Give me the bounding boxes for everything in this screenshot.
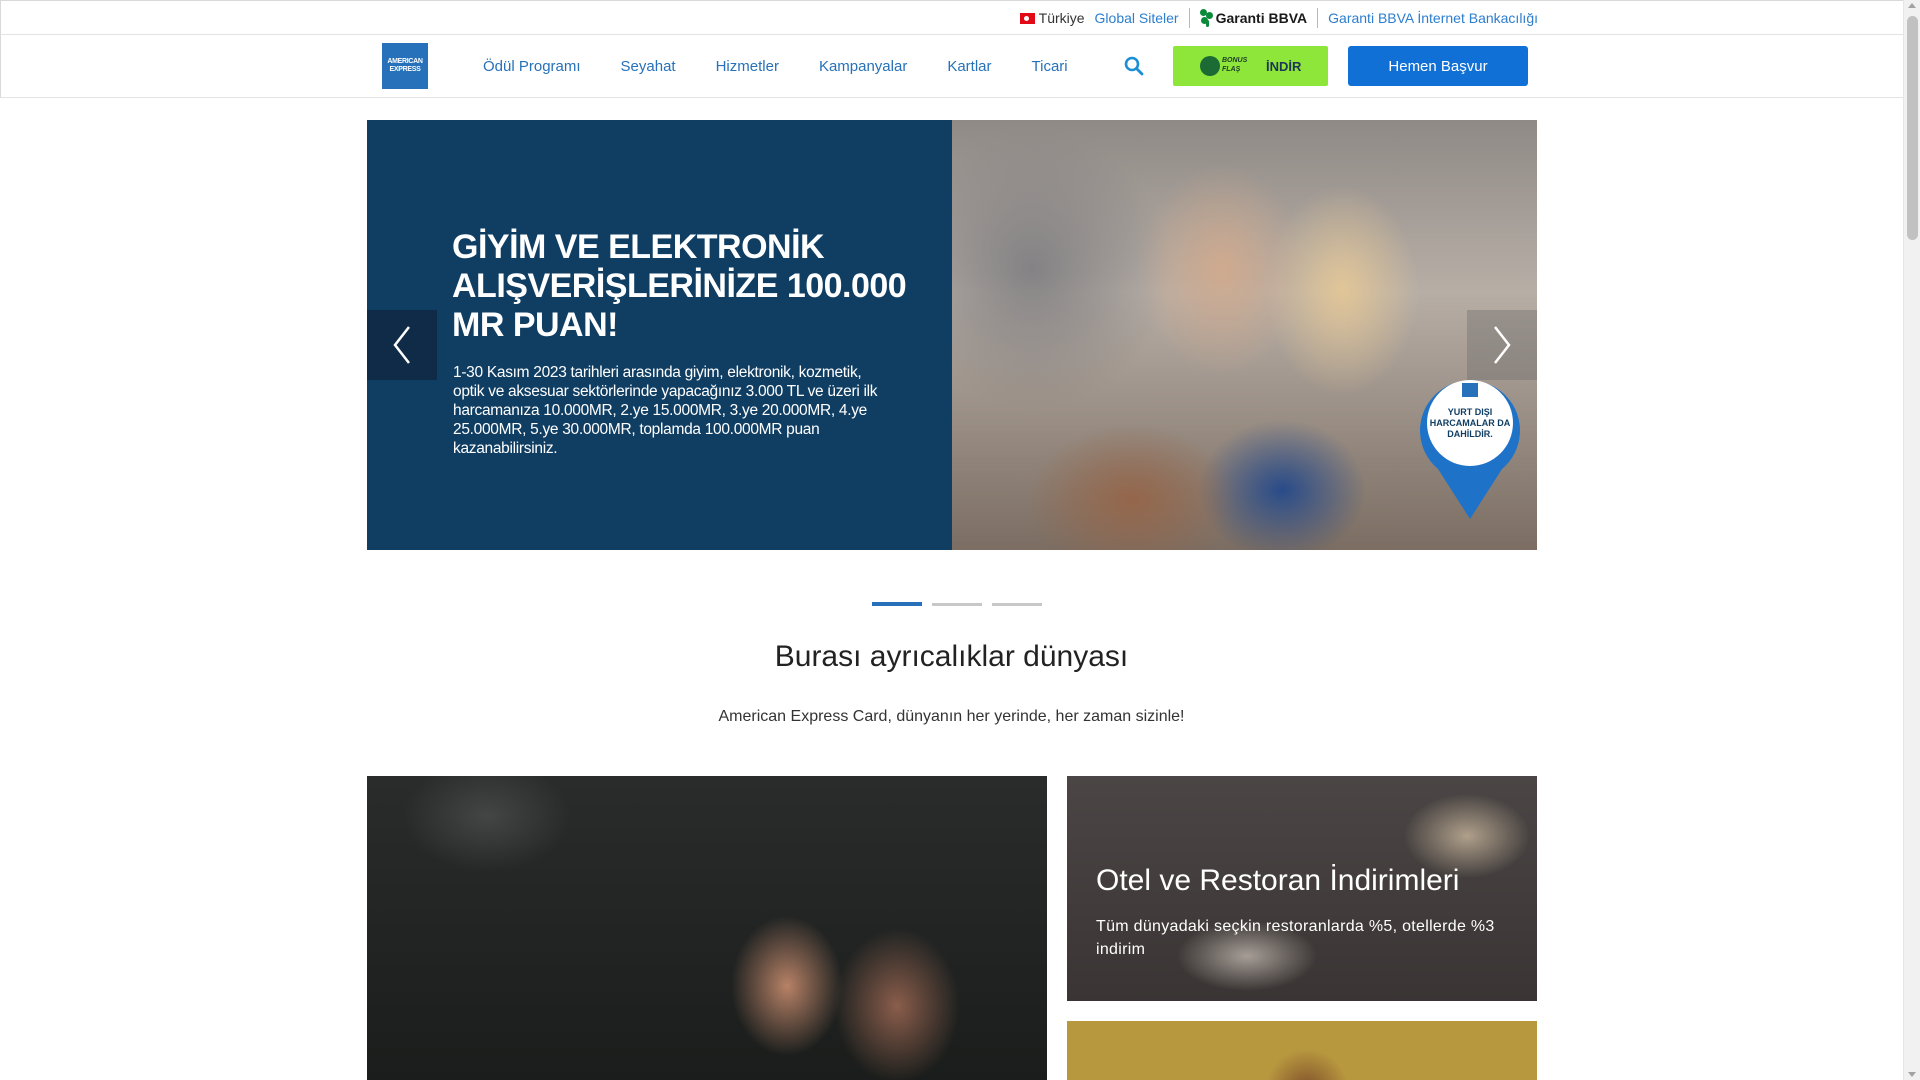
nav-menu: Ödül Programı Seyahat Hizmetler Kampanya… bbox=[483, 35, 1108, 98]
carousel-dot-3[interactable] bbox=[992, 603, 1042, 606]
scroll-thumb[interactable] bbox=[1907, 16, 1918, 240]
scroll-down-icon[interactable] bbox=[1908, 1072, 1916, 1077]
nav-item-travel[interactable]: Seyahat bbox=[621, 58, 676, 75]
hero-text-panel: GİYİM VE ELEKTRONİK ALIŞVERİŞLERİNİZE 10… bbox=[367, 120, 952, 550]
divider bbox=[1317, 8, 1319, 28]
bonus-flas-logo: BONUS FLAŞ bbox=[1200, 54, 1250, 78]
bonus-logo-text: BONUS FLAŞ bbox=[1222, 57, 1248, 73]
promo-card-third[interactable] bbox=[1067, 1021, 1537, 1080]
garanti-brand-text: Garanti BBVA bbox=[1215, 10, 1308, 26]
hero-carousel[interactable]: GİYİM VE ELEKTRONİK ALIŞVERİŞLERİNİZE 10… bbox=[367, 120, 1537, 550]
nav-item-cards[interactable]: Kartlar bbox=[947, 58, 991, 75]
carousel-next-button[interactable] bbox=[1467, 310, 1537, 380]
section-subtitle: American Express Card, dünyanın her yeri… bbox=[718, 708, 1185, 725]
global-sites-link[interactable]: Global Siteler bbox=[1095, 10, 1179, 26]
promo-card-couple[interactable] bbox=[367, 776, 1047, 1080]
logo-line-2: EXPRESS bbox=[389, 66, 421, 73]
nav-item-campaigns[interactable]: Kampanyalar bbox=[819, 58, 907, 75]
garanti-bbva-logo[interactable]: Garanti BBVA bbox=[1199, 9, 1308, 27]
main-nav: AMERICAN EXPRESS Ödül Programı Seyahat H… bbox=[0, 35, 1903, 98]
utility-bar: Türkiye Global Siteler Garanti BBVA Gara… bbox=[0, 0, 1903, 35]
chevron-left-icon bbox=[393, 326, 410, 364]
scroll-up-icon[interactable] bbox=[1908, 3, 1916, 8]
logo-line-1: AMERICAN bbox=[387, 58, 423, 65]
apply-now-button[interactable]: Hemen Başvur bbox=[1348, 46, 1528, 86]
nav-item-rewards[interactable]: Ödül Programı bbox=[483, 58, 581, 75]
carousel-dot-2[interactable] bbox=[932, 603, 982, 606]
search-icon[interactable] bbox=[1124, 56, 1144, 76]
page-scrollbar[interactable] bbox=[1903, 0, 1920, 1080]
carousel-dot-1[interactable] bbox=[872, 602, 922, 606]
download-label: İNDİR bbox=[1266, 58, 1302, 74]
promo-card-hotel-restaurant[interactable]: Otel ve Restoran İndirimleri Tüm dünyada… bbox=[1067, 776, 1537, 1001]
garanti-clover-icon bbox=[1199, 9, 1214, 27]
section-title: Burası ayrıcalıklar dünyası bbox=[774, 640, 1129, 673]
hotel-card-title: Otel ve Restoran İndirimleri bbox=[1096, 864, 1460, 897]
hotel-card-text: Tüm dünyadaki seçkin restoranlarda %5, o… bbox=[1096, 918, 1495, 958]
turkey-flag-icon bbox=[1019, 12, 1035, 24]
chevron-right-icon bbox=[1494, 326, 1511, 364]
internet-banking-link[interactable]: Garanti BBVA İnternet Bankacılığı bbox=[1328, 10, 1538, 26]
nav-item-commercial[interactable]: Ticari bbox=[1032, 58, 1068, 75]
country-label[interactable]: Türkiye bbox=[1039, 10, 1085, 26]
utility-links: Türkiye Global Siteler Garanti BBVA Gara… bbox=[1019, 1, 1538, 35]
location-pin-badge: YURT DIŞI HARCAMALAR DA DAHİLDİR. bbox=[1420, 380, 1520, 519]
divider bbox=[1188, 8, 1190, 28]
carousel-prev-button[interactable] bbox=[367, 310, 437, 380]
carousel-indicators bbox=[872, 602, 1052, 606]
amex-logo[interactable]: AMERICAN EXPRESS bbox=[382, 43, 428, 89]
hero-title: GİYİM VE ELEKTRONİK ALIŞVERİŞLERİNİZE 10… bbox=[452, 228, 907, 344]
nav-item-services[interactable]: Hizmetler bbox=[716, 58, 779, 75]
bonus-flas-download-button[interactable]: BONUS FLAŞ İNDİR bbox=[1173, 46, 1328, 86]
hero-description: 1-30 Kasım 2023 tarihleri arasında giyim… bbox=[453, 364, 878, 457]
